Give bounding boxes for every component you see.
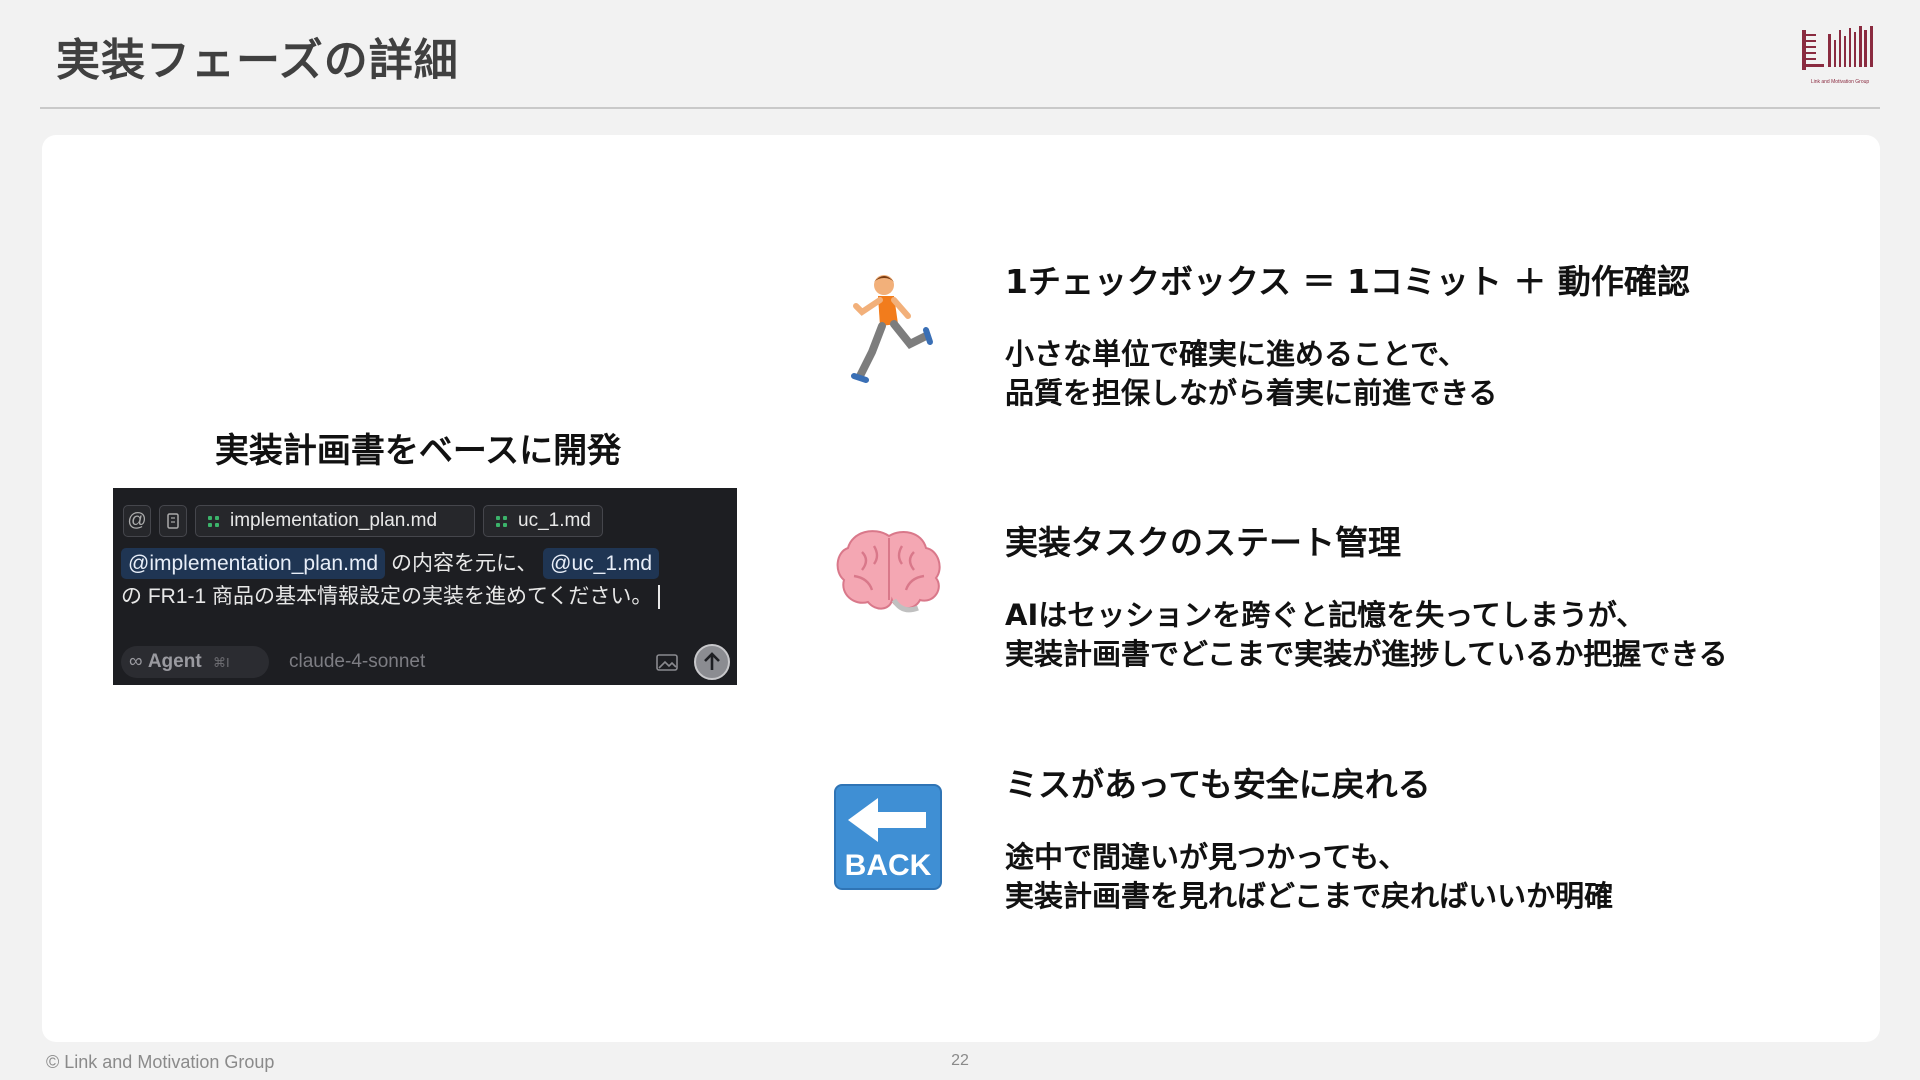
back-label: BACK bbox=[844, 849, 932, 882]
file-icon bbox=[167, 513, 179, 529]
prompt-input-line-1[interactable]: @implementation_plan.md の内容を元に、 @uc_1.md bbox=[121, 547, 660, 579]
feature-3-desc-line-2: 実装計画書を見ればどこまで戻ればいいか明確 bbox=[1005, 879, 1614, 913]
editor-screenshot: @ implementation_plan.md uc_1.md @implem… bbox=[113, 488, 737, 685]
footer-copyright: © Link and Motivation Group bbox=[46, 1052, 275, 1072]
prompt-text: の内容を元に、 bbox=[385, 552, 544, 575]
context-chip-implementation-plan[interactable]: implementation_plan.md bbox=[195, 505, 475, 537]
mention-implementation-plan: @implementation_plan.md bbox=[121, 548, 386, 579]
left-heading: 実装計画書をベースに開発 bbox=[214, 431, 622, 471]
context-chip-uc1[interactable]: uc_1.md bbox=[483, 505, 603, 537]
running-person-icon bbox=[851, 275, 933, 383]
arrow-up-icon bbox=[704, 652, 720, 670]
feature-3-title: ミスがあっても安全に戻れる bbox=[1005, 765, 1431, 804]
markdown-file-icon bbox=[208, 516, 220, 528]
composer-toolbar: ∞ Agent ⌘I claude-4-sonnet bbox=[121, 644, 730, 680]
image-upload-icon[interactable] bbox=[656, 654, 678, 671]
back-arrow-icon: BACK bbox=[834, 784, 942, 890]
markdown-file-icon bbox=[496, 516, 508, 528]
mention-uc1: @uc_1.md bbox=[543, 548, 660, 579]
feature-1-title: 1チェックボックス ＝ 1コミット ＋ 動作確認 bbox=[1005, 262, 1690, 301]
agent-shortcut: ⌘I bbox=[212, 655, 230, 670]
page-number: 22 bbox=[951, 1052, 969, 1069]
mention-button[interactable]: @ bbox=[123, 505, 151, 537]
feature-3-desc-line-1: 途中で間違いが見つかっても、 bbox=[1005, 840, 1408, 874]
agent-label: Agent bbox=[147, 651, 202, 672]
logo-mark-icon bbox=[1802, 26, 1873, 70]
chip-label: implementation_plan.md bbox=[230, 510, 438, 531]
chip-label: uc_1.md bbox=[518, 510, 591, 531]
title-divider bbox=[40, 107, 1880, 109]
feature-2-desc-line-1: AIはセッションを跨ぐと記憶を失ってしまうが、 bbox=[1005, 598, 1646, 632]
brain-icon bbox=[836, 530, 941, 613]
feature-1-desc-line-1: 小さな単位で確実に進めることで、 bbox=[1005, 337, 1467, 371]
agent-mode-dropdown[interactable]: ∞ Agent ⌘I bbox=[121, 646, 269, 678]
feature-2-desc-line-2: 実装計画書でどこまで実装が進捗しているか把握できる bbox=[1005, 637, 1728, 671]
model-selector[interactable]: claude-4-sonnet bbox=[289, 646, 425, 678]
send-button[interactable] bbox=[694, 644, 730, 680]
slide-title: 実装フェーズの詳細 bbox=[56, 35, 459, 86]
feature-2-title: 実装タスクのステート管理 bbox=[1005, 523, 1401, 562]
left-arrow-icon bbox=[848, 798, 926, 842]
prompt-text: の FR1-1 商品の基本情報設定の実装を進めてください。 bbox=[121, 585, 653, 608]
text-caret bbox=[658, 585, 661, 610]
company-logo: Link and Motivation Group bbox=[1800, 26, 1880, 88]
logo-caption: Link and Motivation Group bbox=[1810, 79, 1870, 85]
infinity-icon: ∞ bbox=[129, 651, 143, 672]
prompt-input-line-2[interactable]: の FR1-1 商品の基本情報設定の実装を進めてください。 bbox=[121, 581, 661, 612]
attach-file-button[interactable] bbox=[159, 505, 187, 537]
feature-1-desc-line-2: 品質を担保しながら着実に前進できる bbox=[1005, 376, 1498, 410]
